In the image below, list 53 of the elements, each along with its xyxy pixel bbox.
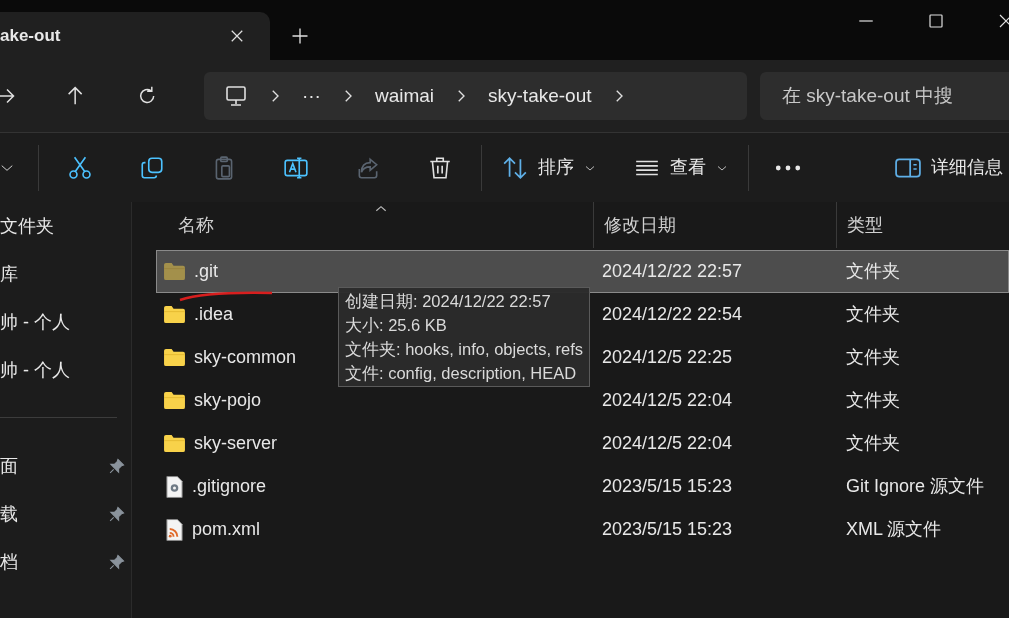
file-date: 2023/5/15 15:23 bbox=[602, 519, 733, 539]
breadcrumb[interactable]: ··· bbox=[301, 81, 321, 111]
tab-title[interactable]: ake-out bbox=[0, 23, 61, 49]
file-type: 文件夹 bbox=[846, 347, 900, 367]
file-date: 2024/12/5 22:04 bbox=[602, 390, 733, 410]
column-header[interactable]: 类型 bbox=[836, 202, 1009, 248]
file-type: Git Ignore 源文件 bbox=[846, 476, 985, 496]
selected-row[interactable]: .git 2024/12/22 22:57 文件夹 bbox=[156, 250, 1009, 293]
tooltip-line: 大小: 25.6 KB bbox=[345, 315, 448, 336]
text-box-icon[interactable] bbox=[283, 154, 309, 181]
file-type: 文件夹 bbox=[846, 390, 900, 410]
tooltip-line: 文件: config, description, HEAD bbox=[345, 363, 578, 384]
file-name: pom.xml bbox=[192, 518, 260, 541]
file-date: 2024/12/22 22:54 bbox=[602, 304, 743, 324]
file-type: 文件夹 bbox=[846, 433, 900, 453]
file-name: .gitignore bbox=[192, 475, 267, 498]
breadcrumb[interactable]: waimai bbox=[374, 81, 435, 111]
file-name: .git bbox=[194, 260, 218, 283]
scissors-icon[interactable] bbox=[67, 154, 93, 181]
file-date: 2024/12/5 22:25 bbox=[602, 347, 733, 367]
file-date: 2023/5/15 15:23 bbox=[602, 476, 733, 496]
sidebar-item[interactable]: 库 bbox=[0, 250, 131, 298]
sidebar-item[interactable]: 文件夹 bbox=[0, 202, 131, 250]
column-header[interactable]: 名称 bbox=[132, 202, 593, 248]
sidebar-item[interactable]: 面 bbox=[0, 442, 131, 490]
search-field[interactable]: 在 sky-take-out 中搜 bbox=[760, 72, 1009, 120]
file-name: sky-common bbox=[194, 346, 296, 369]
tooltip-line: 文件夹: hooks, info, objects, refs bbox=[345, 339, 584, 360]
address-bar[interactable]: ··· waimai sky-take-out bbox=[203, 72, 747, 120]
sidebar-item[interactable]: 载 bbox=[0, 490, 131, 538]
toolbar-button[interactable]: 排序 bbox=[496, 150, 602, 185]
copy-icon[interactable] bbox=[139, 154, 165, 181]
tooltip-line: 创建日期: 2024/12/22 22:57 bbox=[345, 291, 552, 312]
sidebar-item[interactable]: 帅 - 个人 bbox=[0, 346, 131, 394]
new-tab-icon[interactable] bbox=[290, 26, 310, 46]
file-date: 2024/12/22 22:57 bbox=[602, 261, 743, 281]
file-date: 2024/12/5 22:04 bbox=[602, 433, 733, 453]
file-type: 文件夹 bbox=[846, 261, 900, 281]
file-name: sky-pojo bbox=[194, 389, 262, 412]
computer-icon[interactable] bbox=[223, 84, 248, 108]
sort-arrows-icon bbox=[502, 154, 528, 181]
file-name: .idea bbox=[194, 303, 234, 326]
file-type: XML 源文件 bbox=[846, 519, 942, 539]
sidebar-item[interactable]: 档 bbox=[0, 538, 131, 586]
file-type: 文件夹 bbox=[846, 304, 900, 324]
sidebar-item[interactable]: 帅 - 个人 bbox=[0, 298, 131, 346]
file-name: sky-server bbox=[194, 432, 277, 455]
toolbar-button[interactable]: 查看 bbox=[628, 150, 734, 185]
details-button[interactable]: 详细信息 bbox=[889, 150, 1009, 185]
column-header[interactable]: 修改日期 bbox=[593, 202, 836, 248]
maximize-icon[interactable] bbox=[927, 12, 945, 30]
breadcrumb[interactable]: sky-take-out bbox=[488, 81, 592, 111]
trash-icon[interactable] bbox=[427, 154, 453, 181]
